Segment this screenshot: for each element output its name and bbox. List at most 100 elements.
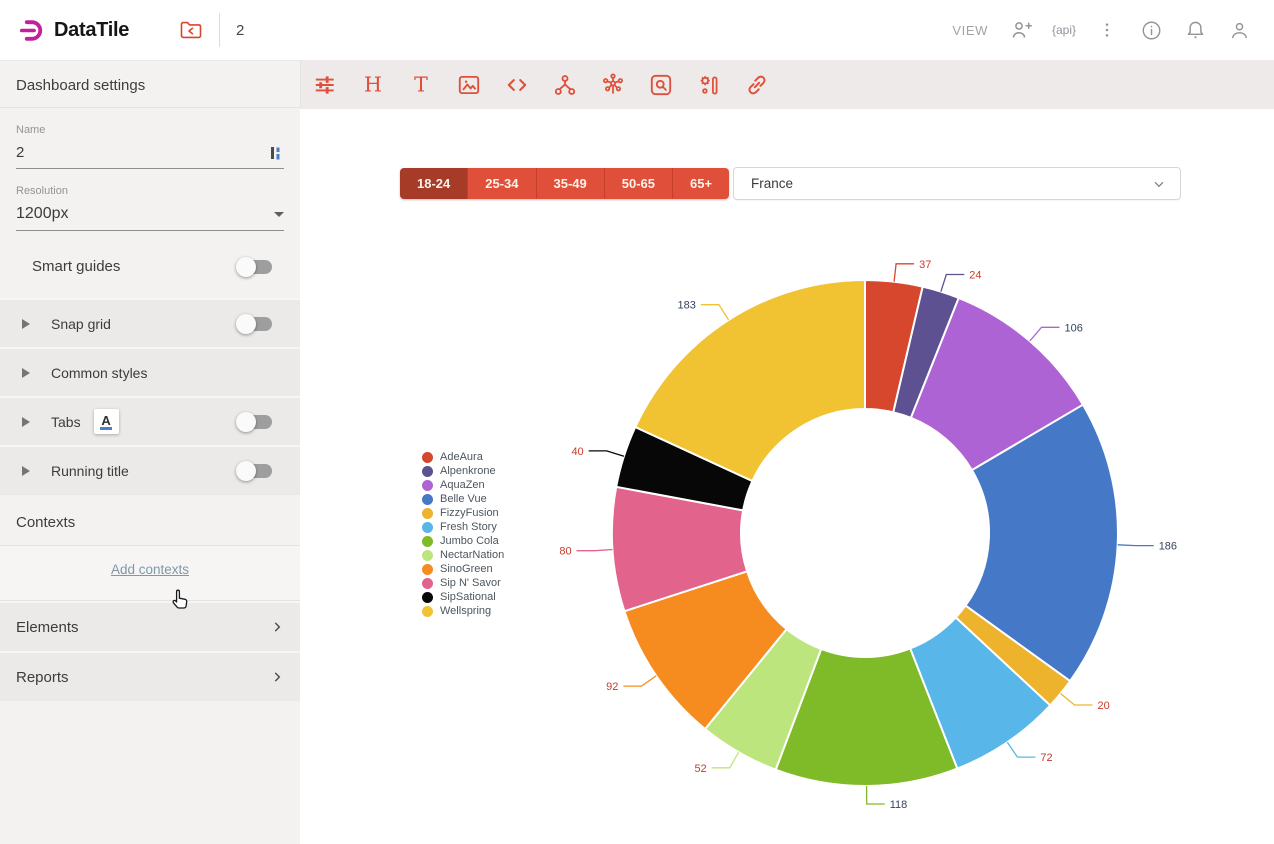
slice-value-label: 186 [1159,541,1177,553]
sidebar-item-reports[interactable]: Reports [0,651,300,701]
resolution-value: 1200px [16,205,69,223]
running-title-label: Running title [51,463,129,479]
name-field-group: Name [16,124,284,169]
legend-swatch [422,536,433,547]
legend-label: Fresh Story [440,521,497,533]
slice-value-label: 80 [559,546,571,558]
chevron-down-icon [274,212,284,217]
text-icon[interactable]: T [401,65,441,105]
datatile-logo[interactable]: DataTile [20,17,129,44]
snap-grid-row[interactable]: Snap grid [0,298,300,347]
legend-item[interactable]: NectarNation [422,548,504,562]
legend-swatch [422,606,433,617]
main-area: HT 18-2425-3435-4950-6565+ France 372410… [300,60,1274,844]
legend-item[interactable]: Jumbo Cola [422,534,504,548]
legend-label: Alpenkrone [440,465,496,477]
name-field-label: Name [16,124,284,136]
slice-value-label: 24 [969,270,981,282]
common-styles-label: Common styles [51,365,147,381]
legend-swatch [422,592,433,603]
legend-item[interactable]: Belle Vue [422,492,504,506]
image-icon[interactable] [449,65,489,105]
add-contexts-link[interactable]: Add contexts [111,562,189,577]
legend-item[interactable]: SipSational [422,590,504,604]
label-connector [941,275,964,292]
chevron-right-icon [270,670,284,684]
common-styles-row[interactable]: Common styles [0,347,300,396]
resolution-select[interactable]: 1200px [16,200,284,231]
label-connector [867,786,885,804]
label-connector [1030,327,1060,341]
hub-icon[interactable] [593,65,633,105]
more-vertical-icon[interactable] [1094,17,1120,43]
label-connector [1118,545,1154,546]
reports-label: Reports [16,669,69,686]
legend-label: SipSational [440,591,496,603]
text-style-icon[interactable]: A [94,409,119,434]
slice-value-label: 183 [678,300,696,312]
smart-guides-label: Smart guides [32,258,120,275]
sidebar-item-elements[interactable]: Elements [0,601,300,651]
widget-settings-icon[interactable] [689,65,729,105]
notifications-icon[interactable] [1182,17,1208,43]
legend-swatch [422,480,433,491]
sidebar-title: Dashboard settings [0,61,300,108]
slice-value-label: 118 [890,799,908,811]
insert-chart-icon[interactable] [268,145,284,161]
text-style-letter: A [100,414,111,430]
folder-back-icon[interactable] [179,19,203,41]
legend-label: AquaZen [440,479,485,491]
legend-swatch [422,550,433,561]
add-user-icon[interactable] [1008,17,1034,43]
expand-triangle-icon[interactable] [22,319,30,329]
legend-item[interactable]: Sip N' Savor [422,576,504,590]
legend-item[interactable]: SinoGreen [422,562,504,576]
legend-item[interactable]: Wellspring [422,604,504,618]
contexts-title: Contexts [0,494,300,546]
slice-value-label: 37 [919,259,931,271]
tabs-toggle[interactable] [239,415,272,429]
legend-item[interactable]: FizzyFusion [422,506,504,520]
legend-swatch [422,508,433,519]
account-icon[interactable] [1226,17,1252,43]
expand-triangle-icon[interactable] [22,368,30,378]
legend-item[interactable]: AquaZen [422,478,504,492]
snap-grid-label: Snap grid [51,316,111,332]
snap-grid-toggle[interactable] [239,317,272,331]
expand-triangle-icon[interactable] [22,417,30,427]
link-icon[interactable] [737,65,777,105]
api-icon[interactable]: {api} [1052,23,1076,37]
legend-swatch [422,522,433,533]
view-button[interactable]: VIEW [952,23,988,38]
tune-icon[interactable] [305,65,345,105]
legend-item[interactable]: Alpenkrone [422,464,504,478]
app-header: DataTile 2 VIEW {api} [0,0,1274,60]
running-title-toggle[interactable] [239,464,272,478]
chevron-right-icon [270,620,284,634]
legend-label: AdeAura [440,451,483,463]
legend-swatch [422,466,433,477]
legend-label: Jumbo Cola [440,535,499,547]
expand-triangle-icon[interactable] [22,466,30,476]
label-connector [1007,742,1035,757]
info-icon[interactable] [1138,17,1164,43]
svg-text:T: T [414,72,428,96]
label-connector [623,676,656,686]
label-connector [1061,694,1093,706]
header-divider [219,13,220,47]
document-number: 2 [236,22,244,39]
heading-icon[interactable]: H [353,65,393,105]
legend-label: SinoGreen [440,563,493,575]
smart-guides-toggle[interactable] [239,260,272,274]
search-frame-icon[interactable] [641,65,681,105]
tabs-row[interactable]: Tabs A [0,396,300,445]
legend-item[interactable]: AdeAura [422,450,504,464]
legend-label: FizzyFusion [440,507,499,519]
legend-item[interactable]: Fresh Story [422,520,504,534]
code-icon[interactable] [497,65,537,105]
running-title-row[interactable]: Running title [0,445,300,494]
slice-value-label: 92 [606,681,618,693]
slice-value-label: 72 [1040,752,1052,764]
name-input[interactable] [16,144,216,161]
share-nodes-icon[interactable] [545,65,585,105]
